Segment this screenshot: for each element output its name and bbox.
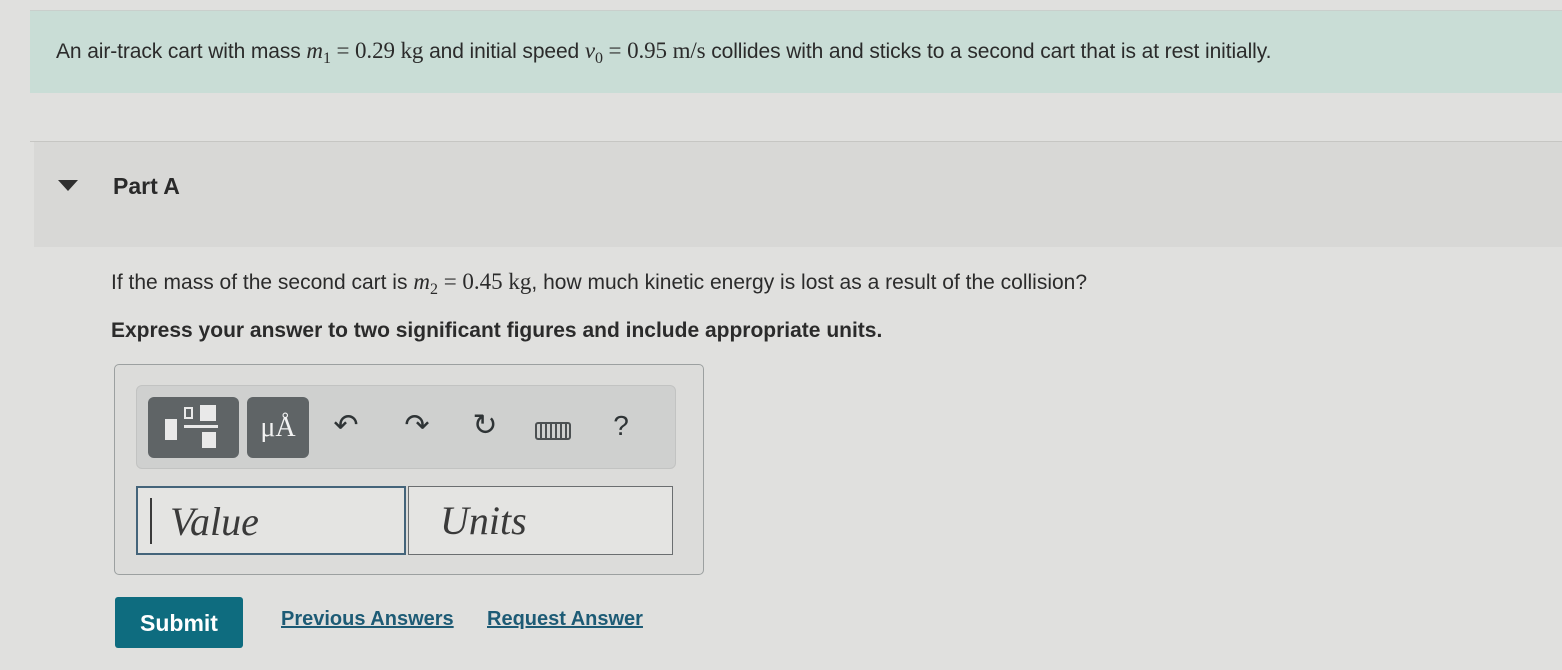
template-glyph-left <box>165 419 177 440</box>
submit-button[interactable]: Submit <box>115 597 243 648</box>
intro-text-b: and initial speed <box>423 40 585 63</box>
answer-box: μÅ ↶ ↷ ↻ ? Value Units <box>114 364 704 575</box>
intro-text-c: collides with and sticks to a second car… <box>705 40 1272 63</box>
template-glyph-bar <box>184 425 218 428</box>
template-glyph-top-small <box>184 407 193 419</box>
math-toolbar: μÅ ↶ ↷ ↻ ? <box>136 385 676 469</box>
redo-icon[interactable]: ↷ <box>397 408 437 444</box>
template-glyph-top <box>200 405 216 421</box>
request-answer-link[interactable]: Request Answer <box>487 608 643 631</box>
previous-answers-link[interactable]: Previous Answers <box>281 608 454 631</box>
part-a-header[interactable]: Part A <box>34 142 1562 247</box>
part-title: Part A <box>113 173 180 199</box>
v0-expression: v0 = 0.95 m/s <box>584 38 706 67</box>
template-glyph-bottom <box>202 432 216 448</box>
question-text: If the mass of the second cart is m2 = 0… <box>111 269 1088 298</box>
m1-expression: m1 = 0.29 kg <box>306 38 424 67</box>
m2-expression: m2 = 0.45 kg <box>413 269 532 298</box>
problem-intro: An air-track cart with mass m1 = 0.29 kg… <box>30 11 1562 93</box>
undo-icon[interactable]: ↶ <box>326 408 366 444</box>
keyboard-icon[interactable] <box>535 422 571 440</box>
value-input[interactable]: Value <box>136 486 406 555</box>
units-placeholder: Units <box>440 498 527 543</box>
units-input[interactable]: Units <box>408 486 673 555</box>
units-symbols-button[interactable]: μÅ <box>247 397 309 458</box>
answer-instructions: Express your answer to two significant f… <box>111 319 883 342</box>
collapse-caret-icon[interactable] <box>58 180 78 191</box>
value-placeholder: Value <box>170 499 259 544</box>
reset-icon[interactable]: ↻ <box>465 408 505 444</box>
intro-text-a: An air-track cart with mass <box>56 40 307 63</box>
help-icon[interactable]: ? <box>601 408 641 444</box>
text-cursor <box>150 498 152 544</box>
fraction-templates-icon[interactable] <box>148 397 239 458</box>
